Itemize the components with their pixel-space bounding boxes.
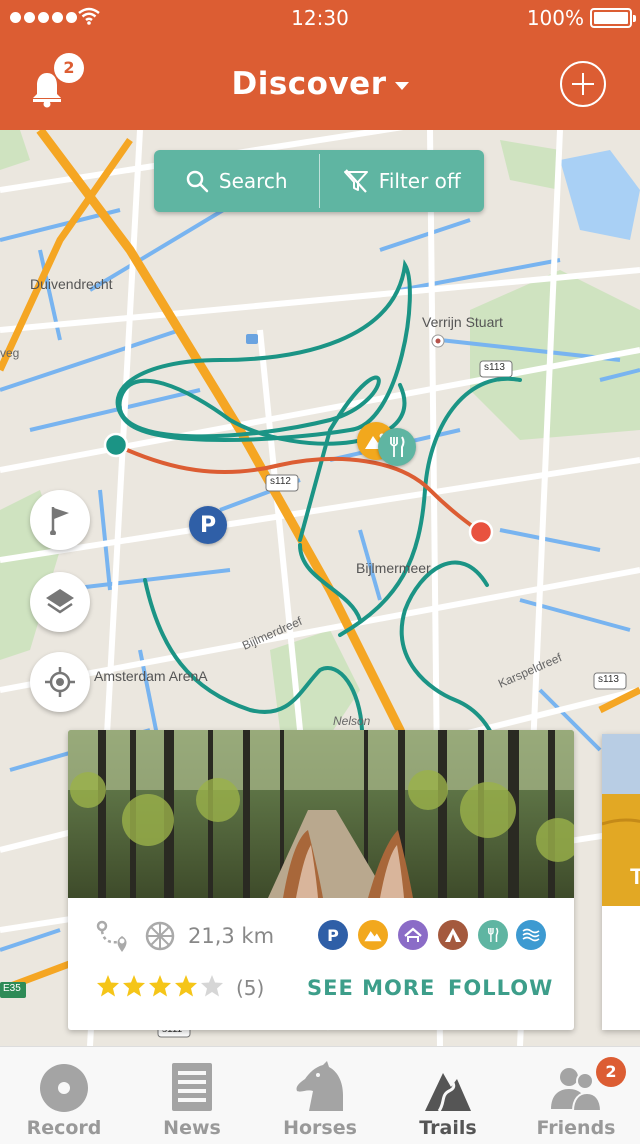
star-filled-icon [175,975,197,997]
add-button[interactable] [560,61,606,107]
tab-horses-label: Horses [283,1117,357,1139]
flag-icon [50,507,69,535]
news-icon [172,1063,212,1111]
star-filled-icon [97,975,119,997]
search-label: Search [218,169,288,193]
search-icon [186,170,209,193]
map-view[interactable]: Duivendrecht Verrijn Stuart Bijlmermeer … [0,130,640,1046]
camping-icon [438,920,468,950]
tab-trails[interactable]: Trails [384,1047,512,1144]
app-header: 12:30 100% 2 Discover [0,0,640,130]
filter-label: Filter off [378,169,461,193]
tab-horses[interactable]: Horses [256,1047,384,1144]
road-shield-s113-east: s113 [598,674,619,685]
battery-percent: 100% [526,6,584,30]
chevron-down-icon [394,81,409,90]
tab-record-label: Record [26,1117,102,1139]
battery-icon [590,8,636,28]
star-filled-icon [123,975,145,997]
search-button[interactable]: Search [154,150,319,212]
trails-icon [425,1073,471,1112]
restaurant-icon [478,920,508,950]
parking-poi-icon[interactable]: P [189,506,227,544]
map-label-amsterdam-arena: Amsterdam ArenA [94,668,208,684]
rating-count: (5) [236,976,265,1000]
filter-button[interactable]: Filter off [320,150,485,212]
map-label-nelson: Nelson [333,714,371,728]
road-shield-e35: E35 [3,983,21,994]
tab-news-label: News [163,1117,221,1139]
follow-button[interactable]: FOLLOW [448,976,553,1000]
route-icon [96,920,127,952]
viewpoint-icon [358,920,388,950]
tab-friends[interactable]: 2 Friends [512,1047,640,1144]
water-icon [516,920,546,950]
bottom-tab-bar: Record News Horses Trails 2 Friends [0,1046,640,1144]
friends-icon [551,1068,603,1112]
tab-news[interactable]: News [128,1047,256,1144]
flag-button[interactable] [30,490,90,550]
tab-record[interactable]: Record [0,1047,128,1144]
page-title[interactable]: Discover [0,66,640,102]
star-rating [96,974,224,998]
page-title-text: Discover [231,66,387,102]
crosshair-icon [45,667,75,697]
trail-photo [68,730,574,898]
parking-icon: P [318,920,348,950]
filter-off-icon [343,169,368,193]
star-filled-icon [149,975,171,997]
map-label-verrijn-stuart: Verrijn Stuart [422,314,503,330]
road-shield-s113: s113 [484,362,505,373]
locate-me-button[interactable] [30,652,90,712]
trail-card[interactable]: 21,3 km P (5) SEE MORE FOLLOW [68,730,574,1030]
layers-icon [46,589,74,614]
next-trail-card[interactable]: T [602,734,640,1030]
trail-card-body: 21,3 km P (5) SEE MORE FOLLOW [68,898,574,1030]
friends-badge: 2 [596,1057,626,1087]
trail-distance: 21,3 km [188,924,275,948]
map-label-veg: veg [0,346,20,360]
restaurant-poi-icon[interactable] [378,428,416,466]
search-filter-bar: Search Filter off [154,150,484,212]
wheel-icon [145,921,175,951]
svg-text:T: T [630,864,640,889]
shelter-icon [398,920,428,950]
horse-icon [296,1061,343,1111]
road-shield-s112: s112 [270,476,291,487]
tab-trails-label: Trails [419,1117,477,1139]
record-icon [40,1064,88,1112]
tab-friends-label: Friends [536,1117,616,1139]
next-trail-photo: T [602,734,640,906]
see-more-button[interactable]: SEE MORE [307,976,435,1000]
star-empty-icon [201,975,223,997]
map-label-bijlmermeer: Bijlmermeer [356,560,431,576]
layers-button[interactable] [30,572,90,632]
status-bar: 12:30 100% [0,6,640,30]
map-label-duivendrecht: Duivendrecht [30,276,113,292]
